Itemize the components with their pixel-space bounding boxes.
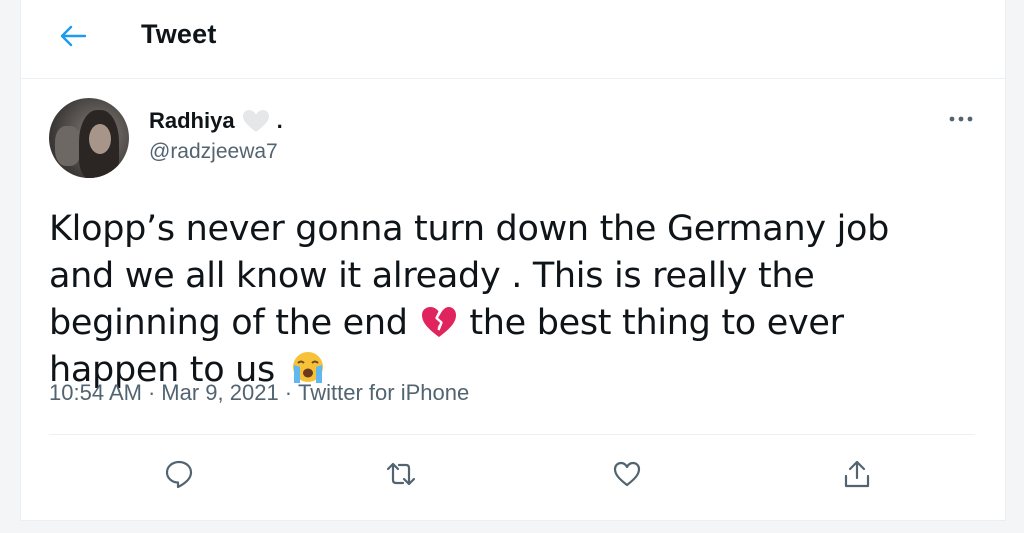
tweet-header: Tweet	[21, 0, 1005, 79]
more-horizontal-icon	[948, 110, 974, 128]
page-title: Tweet	[141, 19, 217, 49]
divider	[49, 434, 975, 435]
tweet-time[interactable]: 10:54 AM	[49, 380, 142, 406]
author-name-row[interactable]: Radhiya .	[149, 108, 283, 134]
retweet-icon	[385, 460, 417, 493]
avatar[interactable]	[49, 98, 129, 178]
tweet-card: Tweet Radhiya . @radzjeewa7 Klopp’s neve…	[20, 0, 1006, 521]
retweet-button[interactable]	[379, 454, 423, 498]
tweet-source[interactable]: Twitter for iPhone	[298, 380, 469, 406]
tweet-metadata: 10:54 AM · Mar 9, 2021 · Twitter for iPh…	[49, 380, 469, 406]
share-icon	[842, 459, 872, 494]
like-button[interactable]	[605, 454, 649, 498]
broken-heart-emoji	[419, 304, 459, 340]
like-icon	[612, 460, 642, 493]
white-heart-icon	[241, 108, 271, 134]
share-button[interactable]	[835, 454, 879, 498]
author-display-name[interactable]: Radhiya	[149, 108, 235, 134]
back-button[interactable]	[55, 20, 91, 56]
meta-separator: ·	[284, 380, 293, 405]
more-options-button[interactable]	[941, 104, 981, 134]
tweet-text: Klopp’s never gonna turn down the German…	[49, 206, 959, 394]
tweet-date[interactable]: Mar 9, 2021	[161, 380, 278, 406]
tweet-actions	[21, 446, 1005, 506]
author-name-suffix: .	[276, 108, 283, 133]
author-handle[interactable]: @radzjeewa7	[149, 140, 278, 164]
reply-icon	[164, 459, 194, 494]
meta-separator: ·	[147, 380, 156, 405]
reply-button[interactable]	[157, 454, 201, 498]
arrow-left-icon	[60, 25, 87, 52]
